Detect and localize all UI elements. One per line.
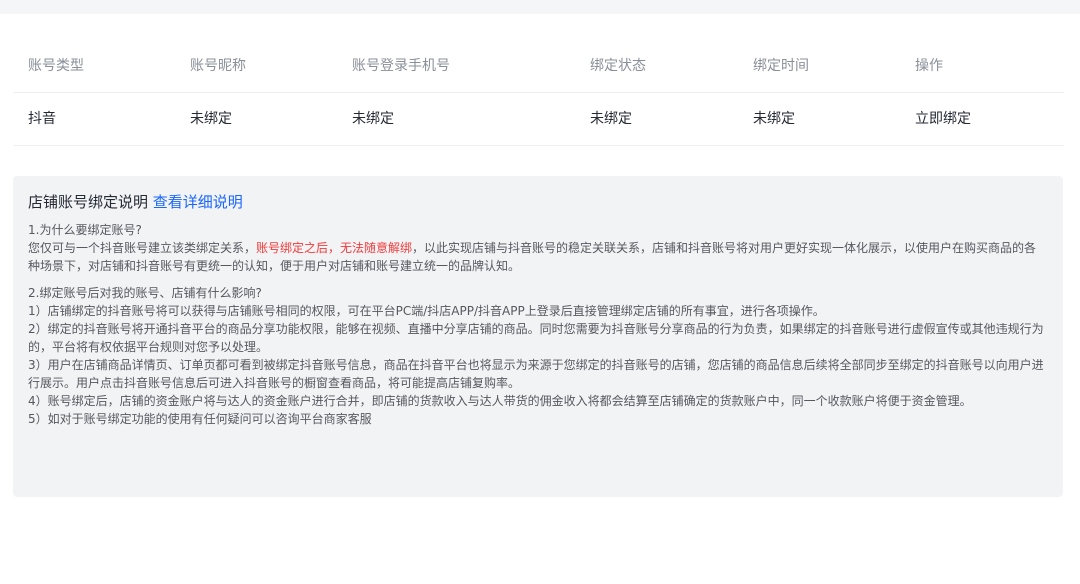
table-row: 抖音 未绑定 未绑定 未绑定 未绑定 立即绑定	[14, 93, 1064, 146]
description-title-text: 店铺账号绑定说明	[28, 193, 149, 211]
header-status: 绑定状态	[590, 58, 646, 74]
header-account-type: 账号类型	[28, 58, 84, 74]
faq-why-bind: 1.为什么要绑定账号? 您仅可与一个抖音账号建立该类绑定关系，账号绑定之后，无法…	[28, 221, 1048, 275]
header-time: 绑定时间	[753, 58, 809, 74]
faq-impact-item: 5）如对于账号绑定功能的使用有任何疑问可以咨询平台商家客服	[28, 412, 372, 426]
faq-impact-item: 2）绑定的抖音账号将开通抖音平台的商品分享功能权限，能够在视频、直播中分享店铺的…	[28, 322, 1044, 354]
faq-impact-title: 2.绑定账号后对我的账号、店铺有什么影响?	[28, 286, 262, 300]
faq-why-bind-text: 您仅可与一个抖音账号建立该类绑定关系，账号绑定之后，无法随意解绑，以此实现店铺与…	[28, 241, 1037, 273]
faq-why-bind-title: 1.为什么要绑定账号?	[28, 223, 142, 237]
view-details-link[interactable]: 查看详细说明	[153, 193, 243, 211]
cell-status: 未绑定	[590, 111, 632, 127]
account-binding-panel: 账号类型 账号昵称 账号登录手机号 绑定状态 绑定时间 操作 抖音 未绑定 未绑…	[0, 14, 1080, 584]
cell-account-type: 抖音	[28, 111, 56, 127]
binding-description-box: 店铺账号绑定说明 查看详细说明 1.为什么要绑定账号? 您仅可与一个抖音账号建立…	[13, 176, 1063, 497]
header-action: 操作	[915, 58, 943, 74]
header-phone: 账号登录手机号	[352, 58, 450, 74]
warning-text: 账号绑定之后，无法随意解绑	[256, 241, 413, 255]
binding-table: 账号类型 账号昵称 账号登录手机号 绑定状态 绑定时间 操作 抖音 未绑定 未绑…	[14, 40, 1064, 146]
cell-nickname: 未绑定	[190, 111, 232, 127]
faq-impact-item: 1）店铺绑定的抖音账号将可以获得与店铺账号相同的权限，可在平台PC端/抖店APP…	[28, 304, 825, 318]
table-header-row: 账号类型 账号昵称 账号登录手机号 绑定状态 绑定时间 操作	[14, 40, 1064, 93]
cell-phone: 未绑定	[352, 111, 394, 127]
header-nickname: 账号昵称	[190, 58, 246, 74]
description-title: 店铺账号绑定说明 查看详细说明	[28, 191, 1048, 213]
cell-time: 未绑定	[753, 111, 795, 127]
faq-impact-item: 4）账号绑定后，店铺的资金账户将与达人的资金账户进行合并，即店铺的货款收入与达人…	[28, 394, 972, 408]
faq-impact-item: 3）用户在店铺商品详情页、订单页都可看到被绑定抖音账号信息，商品在抖音平台也将显…	[28, 358, 1044, 390]
faq-impact: 2.绑定账号后对我的账号、店铺有什么影响? 1）店铺绑定的抖音账号将可以获得与店…	[28, 284, 1048, 428]
bind-now-link[interactable]: 立即绑定	[915, 93, 971, 145]
